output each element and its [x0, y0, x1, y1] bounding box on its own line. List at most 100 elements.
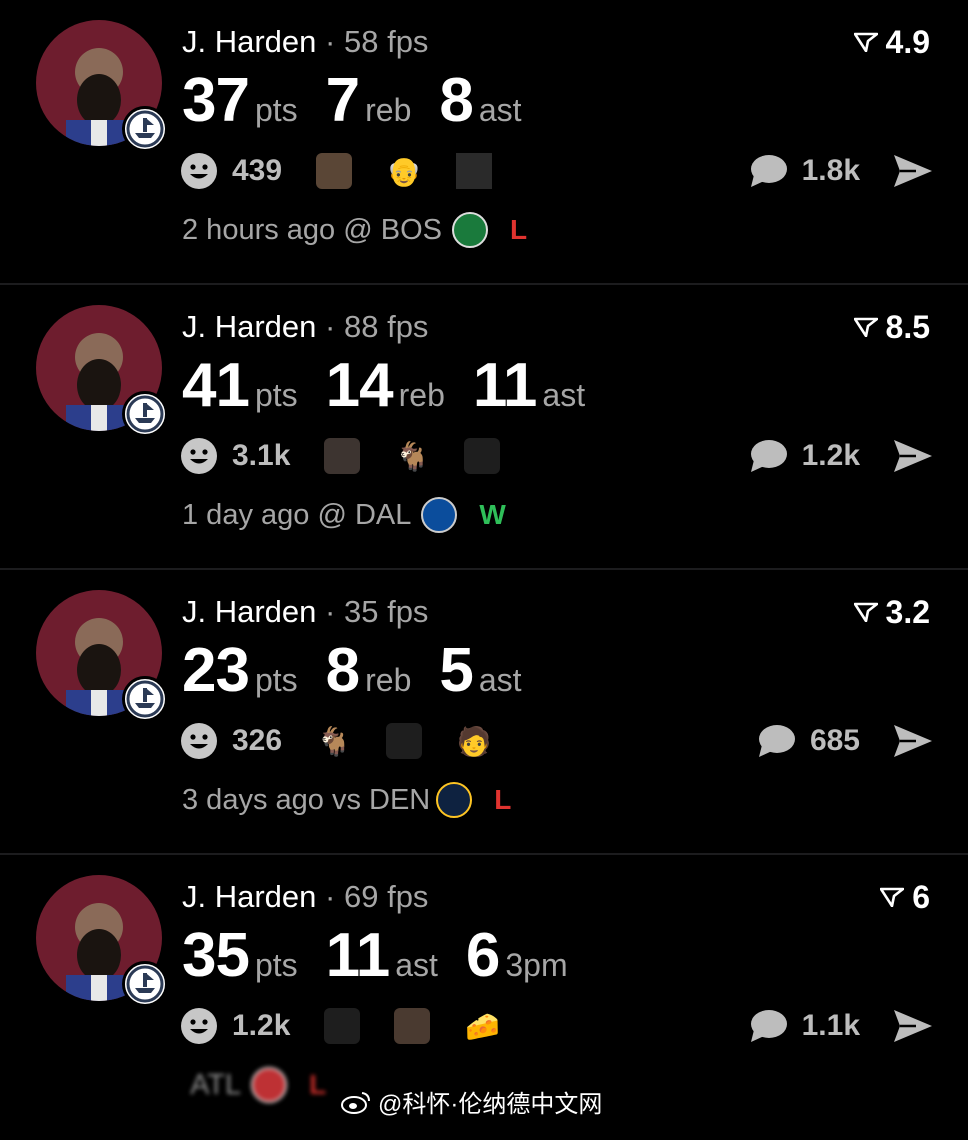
- stat-value: 6: [465, 921, 500, 990]
- stat-item: 11 ast: [473, 351, 585, 421]
- watermark-text: @科怀·伦纳德中文网: [378, 1091, 603, 1118]
- hooded-face-icon[interactable]: [324, 1008, 361, 1044]
- player-face-icon[interactable]: [316, 153, 353, 189]
- stat-value: 7: [325, 66, 360, 135]
- stat-item: 37 pts: [182, 66, 298, 136]
- player-name[interactable]: J. Harden: [182, 24, 316, 59]
- post-card[interactable]: J. Harden · 58 fps 4.9 37 pts 7 reb 8 ast 4…: [0, 0, 968, 285]
- rating-arrow-icon: [880, 887, 905, 907]
- reactions-bar: 1.2k 🧀: [180, 1007, 520, 1045]
- post-actions: 1.1k: [748, 1007, 934, 1045]
- stat-item: 14 reb: [326, 351, 445, 421]
- add-reaction-smile-icon[interactable]: [180, 722, 218, 760]
- rating-arrow-icon: [853, 32, 878, 52]
- reactions-bar: 439 👴: [180, 152, 512, 190]
- rating[interactable]: 4.9: [853, 24, 930, 60]
- player-name[interactable]: J. Harden: [182, 594, 316, 629]
- add-reaction-smile-icon[interactable]: [180, 152, 218, 190]
- stat-unit: ast: [478, 92, 522, 128]
- rating-arrow-icon: [853, 317, 878, 337]
- mavericks-logo-icon: [421, 497, 458, 533]
- fps-score: 69 fps: [343, 879, 429, 914]
- game-meta: ATL L: [182, 1067, 326, 1103]
- stat-unit: pts: [254, 377, 298, 413]
- nuggets-logo-icon: [436, 782, 473, 818]
- cheese-emoji[interactable]: 🧀: [464, 1008, 500, 1044]
- beard-face-icon[interactable]: [324, 438, 361, 474]
- hooded-face-icon[interactable]: [386, 723, 423, 759]
- share-icon[interactable]: [892, 437, 934, 475]
- person-emoji[interactable]: 🧑: [456, 723, 492, 759]
- stat-line: 41 pts 14 reb 11 ast: [182, 351, 613, 421]
- comment-icon[interactable]: [748, 438, 788, 474]
- stat-item: 41 pts: [182, 351, 298, 421]
- reaction-count[interactable]: 1.2k: [232, 1009, 290, 1043]
- bald-face-emoji[interactable]: 👴: [386, 153, 422, 189]
- share-icon[interactable]: [892, 152, 934, 190]
- fps-score: 58 fps: [343, 24, 429, 59]
- separator: ·: [325, 594, 336, 629]
- stat-item: 6 3pm: [466, 921, 568, 991]
- hawks-logo-icon: [251, 1067, 288, 1103]
- post-card[interactable]: J. Harden · 88 fps 8.5 41 pts 14 reb 11 ast…: [0, 285, 968, 570]
- dunk-icon[interactable]: [456, 153, 493, 189]
- comment-count[interactable]: 1.1k: [802, 1009, 860, 1043]
- share-icon[interactable]: [892, 722, 934, 760]
- fps-score: 88 fps: [343, 309, 429, 344]
- rating-value: 4.9: [885, 24, 930, 60]
- share-icon[interactable]: [892, 1007, 934, 1045]
- stat-line: 35 pts 11 ast 6 3pm: [182, 921, 596, 991]
- game-venue: vs DEN: [331, 783, 431, 816]
- stat-value: 5: [439, 636, 473, 705]
- game-meta: 2 hours ago @ BOS L: [182, 212, 527, 248]
- goat-emoji[interactable]: 🐐: [316, 723, 352, 759]
- comment-count[interactable]: 1.2k: [802, 439, 860, 473]
- stat-unit: ast: [395, 947, 438, 983]
- stat-item: 8 ast: [439, 66, 521, 136]
- rating-arrow-icon: [853, 602, 878, 622]
- player-name[interactable]: J. Harden: [182, 309, 316, 344]
- reaction-count[interactable]: 326: [232, 724, 282, 758]
- game-venue: @ DAL: [317, 498, 412, 531]
- add-reaction-smile-icon[interactable]: [180, 437, 218, 475]
- reaction-count[interactable]: 439: [232, 154, 282, 188]
- comment-count[interactable]: 685: [810, 724, 860, 758]
- rating-value: 3.2: [885, 594, 930, 630]
- stat-unit: pts: [254, 947, 298, 983]
- stat-item: 5 ast: [439, 636, 521, 706]
- post-header: J. Harden · 69 fps: [182, 879, 428, 915]
- stat-item: 8 reb: [326, 636, 412, 706]
- post-card[interactable]: J. Harden · 35 fps 3.2 23 pts 8 reb 5 ast 3…: [0, 570, 968, 855]
- game-meta: 3 days ago vs DEN L: [182, 782, 511, 818]
- comment-count[interactable]: 1.8k: [802, 154, 860, 188]
- watermark: @科怀·伦纳德中文网: [340, 1084, 602, 1119]
- add-reaction-smile-icon[interactable]: [180, 1007, 218, 1045]
- rating[interactable]: 6: [880, 879, 930, 915]
- hooded-face-icon[interactable]: [464, 438, 501, 474]
- player-name[interactable]: J. Harden: [182, 879, 316, 914]
- player-face-icon[interactable]: [394, 1008, 431, 1044]
- comment-icon[interactable]: [748, 1008, 788, 1044]
- stat-value: 11: [325, 921, 391, 990]
- stat-item: 11 ast: [326, 921, 438, 991]
- goat-emoji[interactable]: 🐐: [394, 438, 430, 474]
- team-badge-icon: [122, 961, 168, 1007]
- separator: ·: [325, 309, 336, 344]
- stat-value: 14: [325, 351, 394, 420]
- comment-icon[interactable]: [748, 153, 788, 189]
- comment-icon[interactable]: [756, 723, 796, 759]
- rating-value: 6: [912, 879, 930, 915]
- rating[interactable]: 3.2: [853, 594, 930, 630]
- celtics-logo-icon: [451, 212, 488, 248]
- rating[interactable]: 8.5: [853, 309, 930, 345]
- game-time: 1 day ago: [182, 498, 310, 531]
- team-badge-icon: [122, 676, 168, 722]
- stat-item: 7 reb: [326, 66, 412, 136]
- game-time: 2 hours ago: [182, 213, 336, 246]
- stat-value: 11: [472, 351, 538, 420]
- reactions-bar: 3.1k 🐐: [180, 437, 520, 475]
- stat-value: 8: [325, 636, 360, 705]
- stat-unit: reb: [398, 377, 445, 413]
- stat-value: 37: [182, 66, 250, 135]
- reaction-count[interactable]: 3.1k: [232, 439, 290, 473]
